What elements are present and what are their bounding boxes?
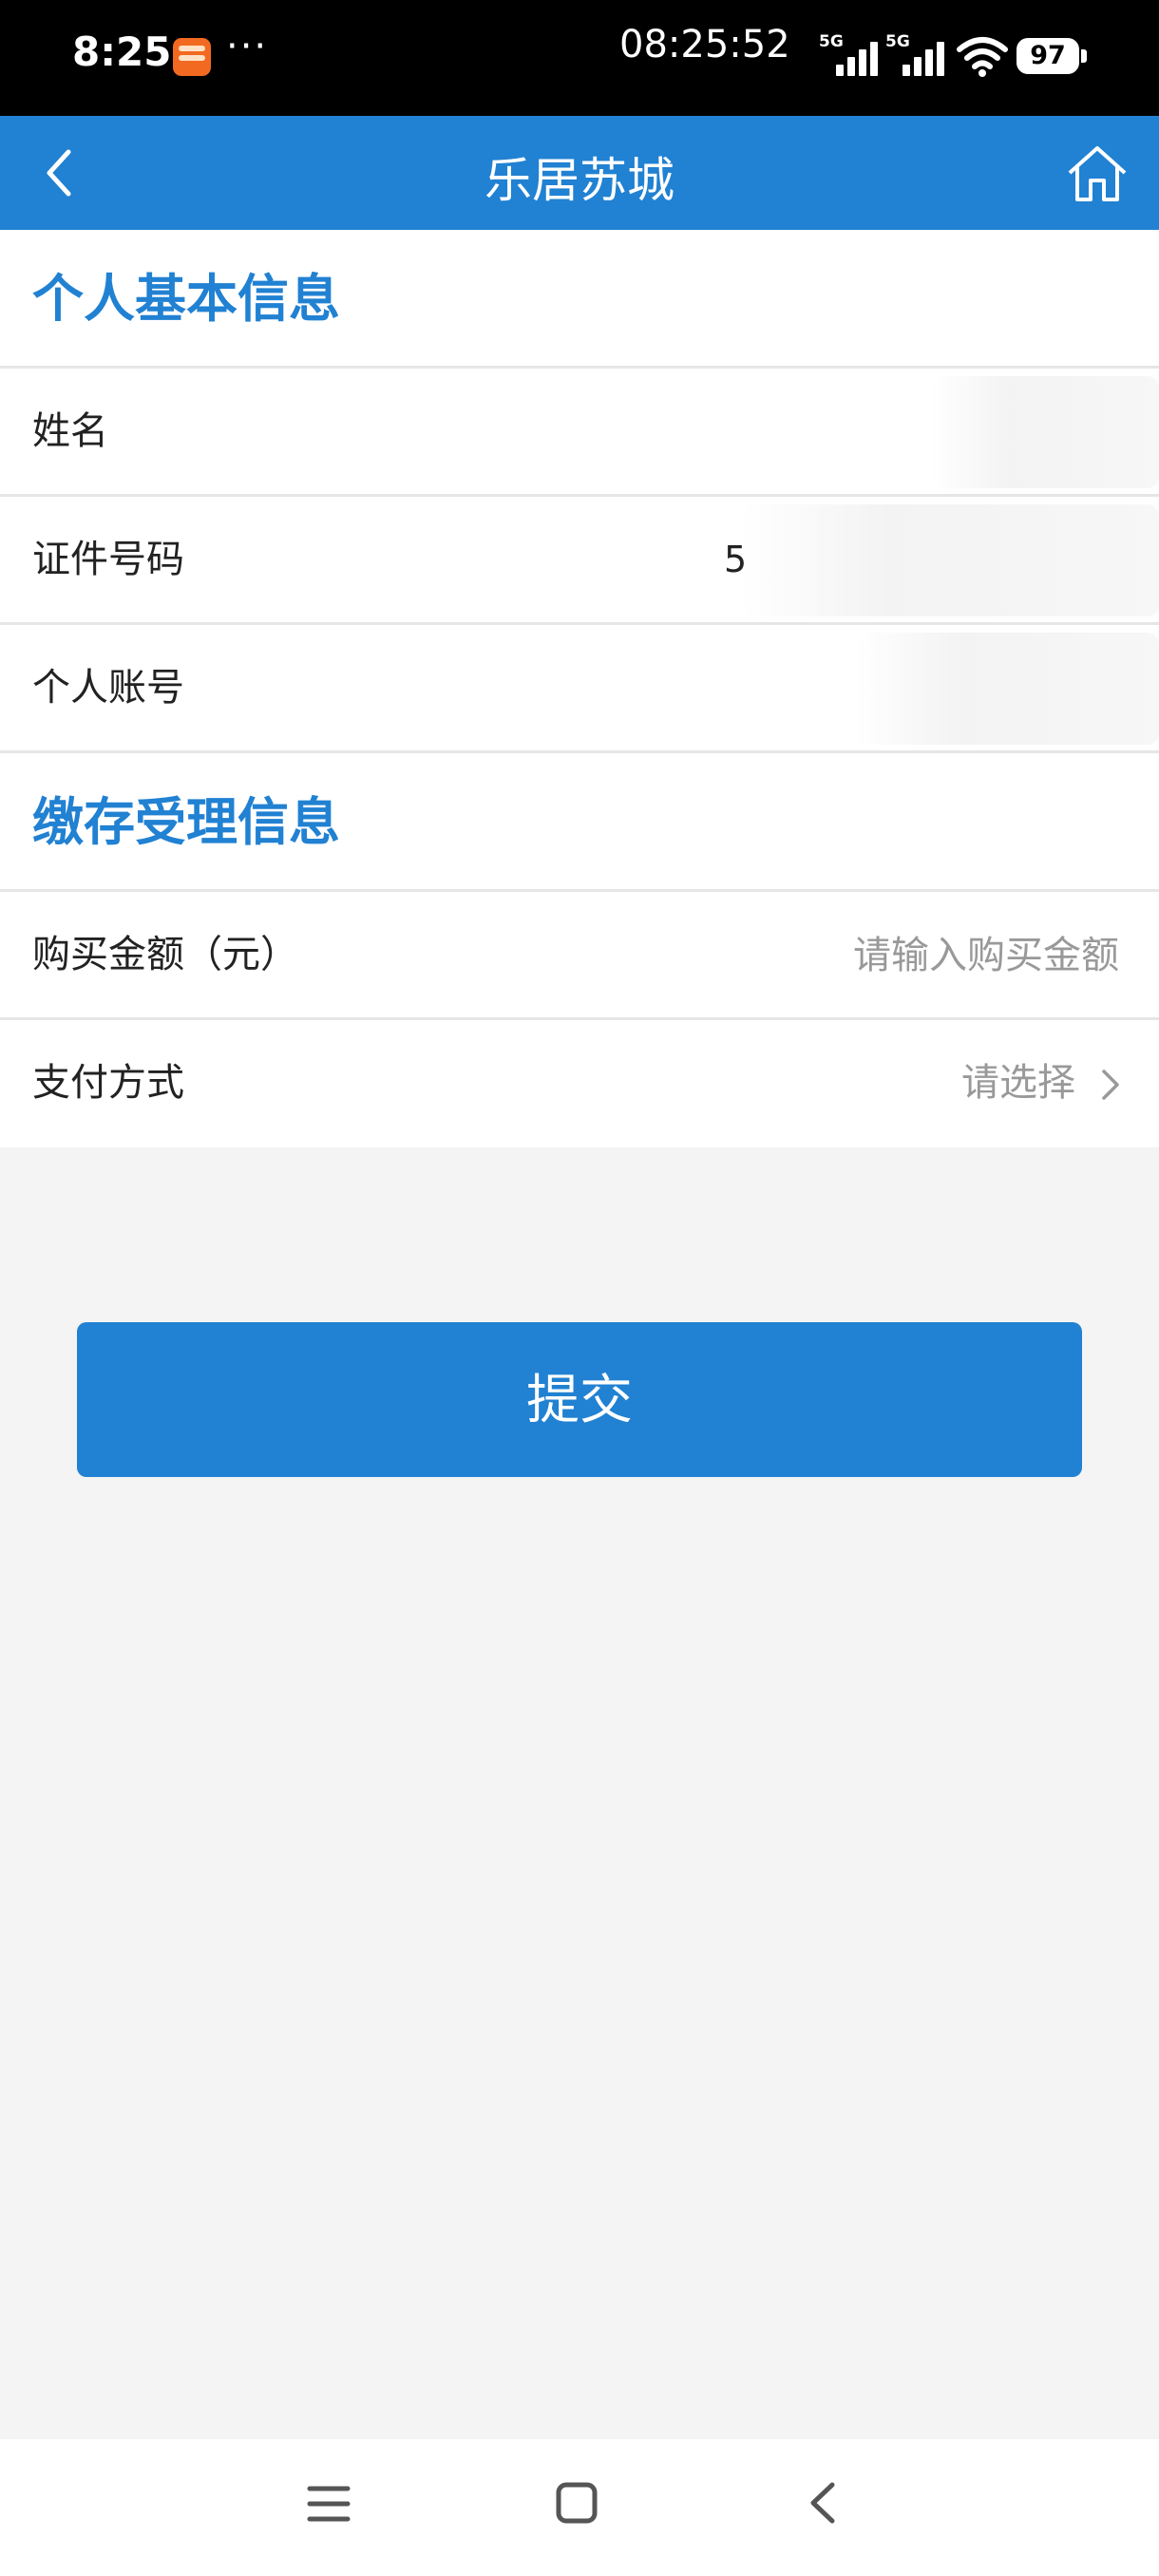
network-type-label: 5G — [885, 32, 910, 51]
redacted-id-number — [741, 504, 1159, 616]
page-title: 乐居苏城 — [484, 153, 674, 208]
home-button[interactable] — [1066, 142, 1129, 203]
signal-icon: 5G — [885, 32, 948, 76]
back-icon[interactable] — [804, 2479, 842, 2527]
amount-input[interactable] — [737, 926, 1121, 985]
payment-method-row[interactable]: 支付方式 请选择 — [0, 1020, 1159, 1147]
payment-method-select[interactable]: 请选择 — [961, 1020, 1121, 1146]
status-bar: 8:25 ··· 08:25:52 5G 5G 97 — [0, 0, 1159, 116]
status-clock: 08:25:52 — [619, 23, 790, 66]
form: 个人基本信息 姓名 证件号码 5 个人账号 缴存受理信息 购买金额（元） 支付方… — [0, 230, 1159, 1147]
name-row: 姓名 — [0, 369, 1159, 497]
account-row: 个人账号 — [0, 625, 1159, 753]
account-label: 个人账号 — [32, 666, 184, 710]
wifi-icon — [957, 37, 1008, 77]
battery-icon: 97 — [1016, 38, 1087, 74]
signal-icon: 5G — [819, 32, 882, 76]
chevron-right-icon — [1102, 1070, 1119, 1100]
home-icon — [1068, 146, 1127, 201]
amount-row: 购买金额（元） — [0, 892, 1159, 1020]
id-number-row: 证件号码 5 — [0, 497, 1159, 625]
more-notifications-icon: ··· — [226, 25, 269, 68]
app-header: 乐居苏城 — [0, 116, 1159, 230]
payment-method-label: 支付方式 — [32, 1061, 184, 1105]
square-home-icon[interactable] — [555, 2481, 598, 2525]
section-title-personal-info: 个人基本信息 — [0, 230, 1159, 369]
name-label: 姓名 — [32, 409, 108, 453]
redacted-account-value — [855, 633, 1159, 745]
app-notification-icon — [173, 38, 211, 76]
system-nav-bar — [0, 2439, 1159, 2576]
redacted-name-value — [931, 376, 1159, 488]
amount-label: 购买金额（元） — [32, 933, 298, 976]
menu-icon[interactable] — [306, 2481, 352, 2527]
status-time: 8:25 — [72, 28, 172, 75]
network-type-label: 5G — [819, 32, 844, 51]
section-title-deposit-info: 缴存受理信息 — [0, 753, 1159, 892]
id-number-label: 证件号码 — [32, 538, 184, 581]
submit-button[interactable]: 提交 — [77, 1322, 1082, 1477]
payment-method-value: 请选择 — [961, 1061, 1075, 1105]
